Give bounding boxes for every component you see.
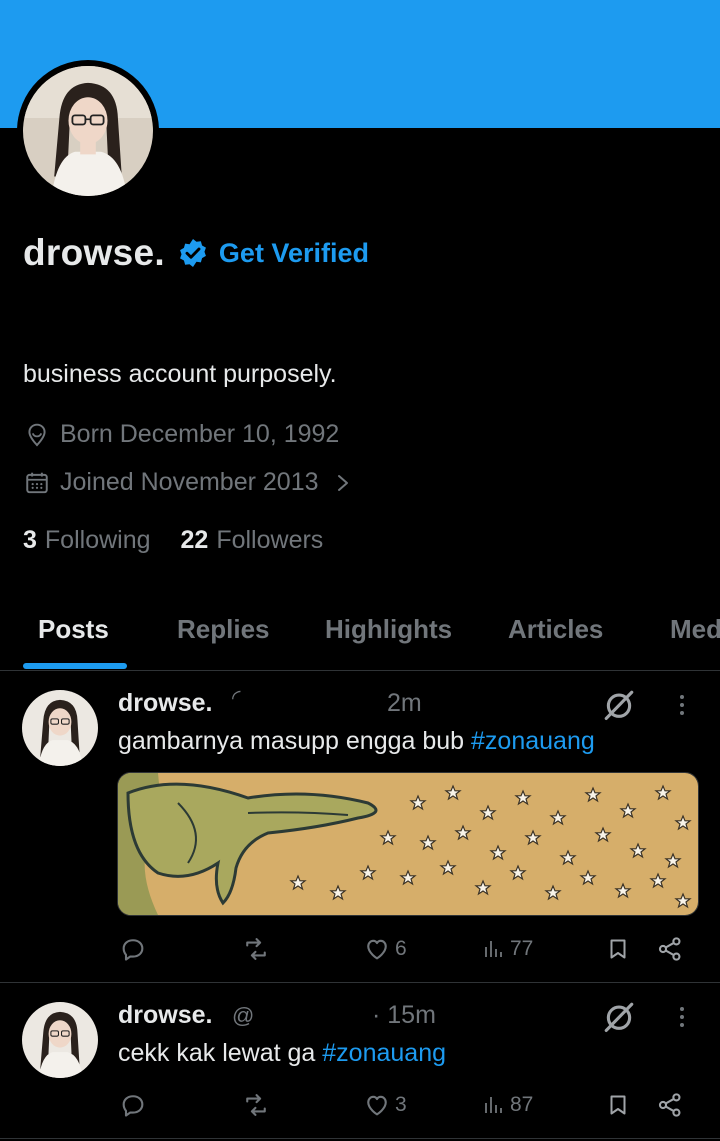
followers-link[interactable]: 22 Followers <box>181 526 324 555</box>
share-icon <box>658 1093 681 1117</box>
repost-button[interactable] <box>241 935 271 963</box>
hashtag-link[interactable]: #zonauang <box>322 1039 446 1067</box>
grok-icon[interactable] <box>602 1000 636 1034</box>
like-button[interactable]: 6 <box>363 935 407 963</box>
views-icon <box>485 1097 502 1113</box>
like-count: 6 <box>395 937 407 960</box>
bookmark-button[interactable] <box>606 1091 630 1119</box>
display-name: drowse. <box>23 232 165 273</box>
like-button[interactable]: 3 <box>363 1091 407 1119</box>
profile-bio: business account purposely. <box>23 360 337 388</box>
like-icon <box>367 1095 387 1116</box>
share-icon <box>658 937 681 961</box>
tab-media[interactable]: Med <box>670 614 720 645</box>
tab-articles[interactable]: Articles <box>508 614 603 645</box>
post-text: cekk kak lewat ga #zonauang <box>118 1039 446 1068</box>
avatar-photo <box>22 1002 98 1078</box>
follow-stats: 3 Following 22 Followers <box>23 526 323 555</box>
reply-icon <box>122 939 144 961</box>
profile-avatar[interactable] <box>17 60 159 202</box>
followers-label: Followers <box>216 526 324 554</box>
following-label: Following <box>44 526 151 554</box>
post-item[interactable]: drowse. ◜ 2m gambarnya masupp engga bub … <box>0 671 720 981</box>
post-divider <box>0 1138 720 1139</box>
bookmark-icon <box>610 1095 626 1115</box>
active-tab-indicator <box>23 663 127 669</box>
repost-icon <box>246 938 266 960</box>
views-button[interactable]: 87 <box>482 1091 533 1119</box>
like-icon <box>367 939 387 960</box>
views-icon <box>485 941 502 957</box>
avatar-photo <box>23 66 153 196</box>
grok-icon[interactable] <box>602 688 636 722</box>
post-avatar[interactable] <box>22 690 98 766</box>
profile-name-row: drowse. Get Verified <box>23 232 369 274</box>
artwork-image <box>118 773 698 915</box>
share-button[interactable] <box>656 1091 684 1119</box>
location-pin-icon <box>28 423 46 447</box>
reply-button[interactable] <box>119 935 147 963</box>
post-author-name[interactable]: drowse. <box>118 1001 212 1030</box>
post-author-handle[interactable]: ◜ <box>232 685 241 711</box>
hashtag-link[interactable]: #zonauang <box>471 727 595 755</box>
bookmark-icon <box>610 939 626 959</box>
post-item[interactable]: drowse. @ · 15m cekk kak lewat ga #zonau… <box>0 983 720 1141</box>
followers-count: 22 <box>180 526 209 554</box>
more-options-icon[interactable] <box>672 1002 692 1032</box>
like-count: 3 <box>395 1093 407 1116</box>
birthday-row: Born December 10, 1992 <box>24 420 339 449</box>
bookmark-button[interactable] <box>606 935 630 963</box>
following-link[interactable]: 3 Following <box>23 526 151 555</box>
following-count: 3 <box>23 526 37 554</box>
reply-icon <box>122 1095 144 1117</box>
post-body-text: gambarnya masupp engga bub <box>118 727 472 755</box>
more-options-icon[interactable] <box>672 690 692 720</box>
reply-button[interactable] <box>119 1091 147 1119</box>
post-media-image[interactable] <box>117 772 699 916</box>
post-timestamp[interactable]: · 15m <box>372 1001 436 1030</box>
post-timestamp[interactable]: 2m <box>387 689 422 718</box>
birthday-text: Born December 10, 1992 <box>60 420 340 448</box>
avatar-photo <box>22 690 98 766</box>
post-text: gambarnya masupp engga bub #zonauang <box>118 727 595 756</box>
get-verified-link[interactable]: Get Verified <box>219 238 369 269</box>
views-button[interactable]: 77 <box>482 935 533 963</box>
calendar-icon <box>26 472 48 493</box>
post-author-name[interactable]: drowse. <box>118 689 212 718</box>
repost-button[interactable] <box>241 1091 271 1119</box>
post-body-text: cekk kak lewat ga <box>118 1039 323 1067</box>
joined-text: Joined November 2013 <box>60 468 319 496</box>
verified-badge-icon[interactable] <box>177 237 209 269</box>
tab-replies[interactable]: Replies <box>177 614 270 645</box>
tab-highlights[interactable]: Highlights <box>325 614 452 645</box>
repost-icon <box>246 1094 266 1116</box>
joined-row[interactable]: Joined November 2013 <box>24 468 351 497</box>
post-avatar[interactable] <box>22 1002 98 1078</box>
tab-posts[interactable]: Posts <box>38 614 109 645</box>
views-count: 87 <box>510 1093 534 1116</box>
chevron-right-icon <box>337 474 348 491</box>
views-count: 77 <box>510 937 534 960</box>
post-author-handle[interactable]: @ <box>232 1003 254 1029</box>
profile-tabs: Posts Replies Highlights Articles Med <box>0 598 720 671</box>
share-button[interactable] <box>656 935 684 963</box>
